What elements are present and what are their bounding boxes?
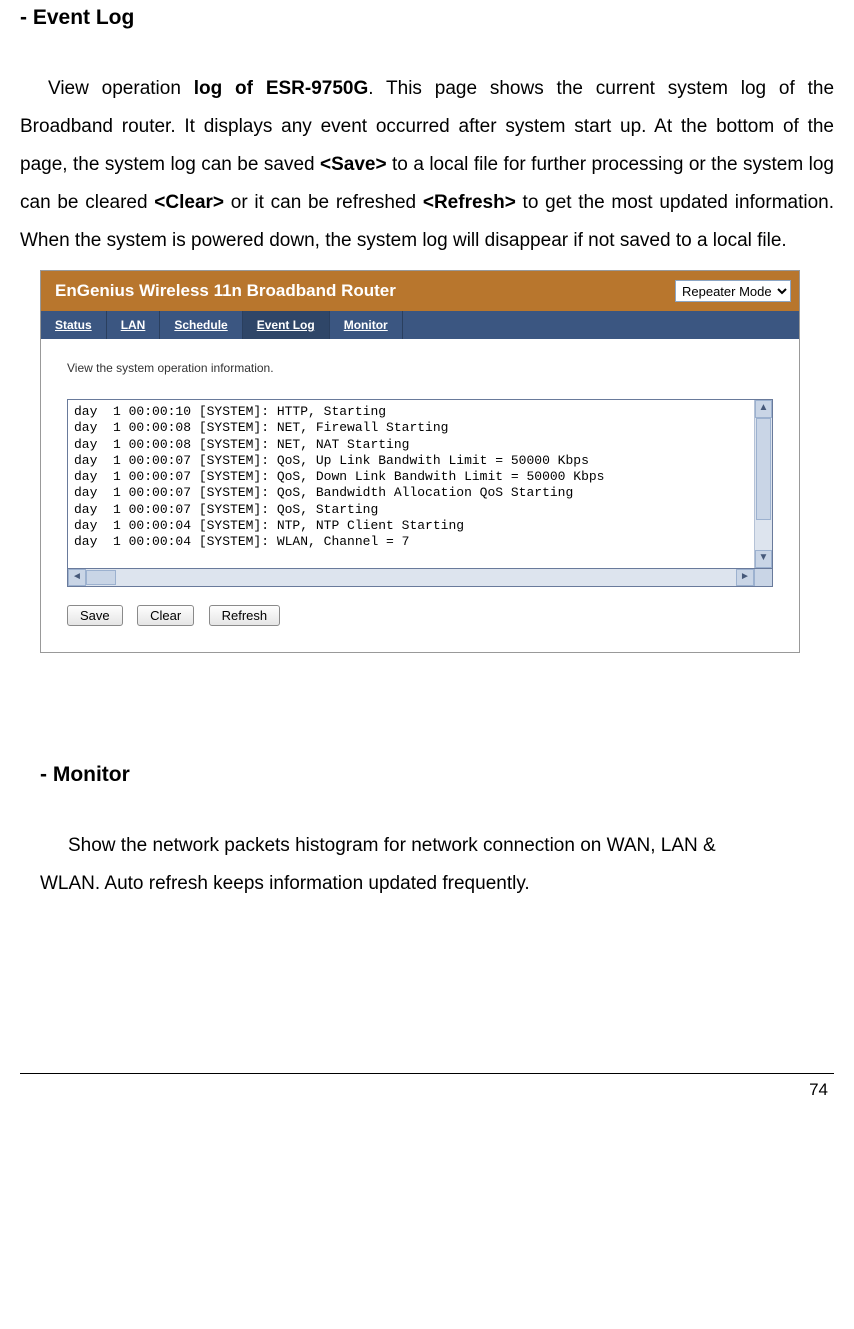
- scroll-left-icon[interactable]: ◄: [68, 569, 86, 586]
- bold-clear: <Clear>: [154, 192, 224, 213]
- vertical-scrollbar[interactable]: ▲ ▼: [754, 400, 772, 568]
- page-footer: 74: [20, 1073, 834, 1100]
- event-log-description: View operation log of ESR-9750G. This pa…: [20, 70, 834, 260]
- tab-status[interactable]: Status: [41, 311, 107, 339]
- bold-product: log of ESR-9750G: [194, 78, 369, 99]
- log-text[interactable]: day 1 00:00:10 [SYSTEM]: HTTP, Starting …: [68, 400, 754, 568]
- bold-refresh: <Refresh>: [423, 192, 516, 213]
- refresh-button[interactable]: Refresh: [209, 605, 281, 626]
- horizontal-scrollbar[interactable]: ◄ ►: [67, 569, 773, 587]
- info-text: View the system operation information.: [67, 361, 773, 375]
- scroll-right-icon[interactable]: ►: [736, 569, 754, 586]
- tab-event-log[interactable]: Event Log: [243, 311, 330, 339]
- scroll-thumb-h[interactable]: [86, 570, 116, 585]
- router-title: EnGenius Wireless 11n Broadband Router: [55, 281, 675, 301]
- nav-tabs: Status LAN Schedule Event Log Monitor: [41, 311, 799, 339]
- scroll-corner: [754, 569, 772, 586]
- tab-monitor[interactable]: Monitor: [330, 311, 403, 339]
- tab-schedule[interactable]: Schedule: [160, 311, 242, 339]
- router-content: View the system operation information. d…: [41, 339, 799, 652]
- router-title-bar: EnGenius Wireless 11n Broadband Router R…: [41, 271, 799, 311]
- clear-button[interactable]: Clear: [137, 605, 194, 626]
- scroll-down-icon[interactable]: ▼: [755, 550, 772, 568]
- tab-lan[interactable]: LAN: [107, 311, 161, 339]
- mode-select[interactable]: Repeater Mode: [675, 280, 791, 302]
- scroll-up-icon[interactable]: ▲: [755, 400, 772, 418]
- monitor-description-line1: Show the network packets histogram for n…: [40, 827, 774, 865]
- page-number: 74: [809, 1080, 828, 1099]
- text-fragment: or it can be refreshed: [224, 192, 423, 213]
- scroll-thumb[interactable]: [756, 418, 771, 520]
- scroll-track[interactable]: [755, 418, 772, 550]
- save-button[interactable]: Save: [67, 605, 123, 626]
- button-row: Save Clear Refresh: [67, 605, 773, 626]
- router-ui-screenshot: EnGenius Wireless 11n Broadband Router R…: [40, 270, 800, 653]
- scroll-track-h[interactable]: [86, 569, 736, 586]
- heading-monitor: - Monitor: [40, 763, 834, 787]
- heading-event-log: - Event Log: [20, 6, 834, 30]
- text-fragment: View operation: [48, 78, 194, 99]
- bold-save: <Save>: [320, 154, 387, 175]
- log-textarea[interactable]: day 1 00:00:10 [SYSTEM]: HTTP, Starting …: [67, 399, 773, 569]
- monitor-description-line2: WLAN. Auto refresh keeps information upd…: [40, 865, 774, 903]
